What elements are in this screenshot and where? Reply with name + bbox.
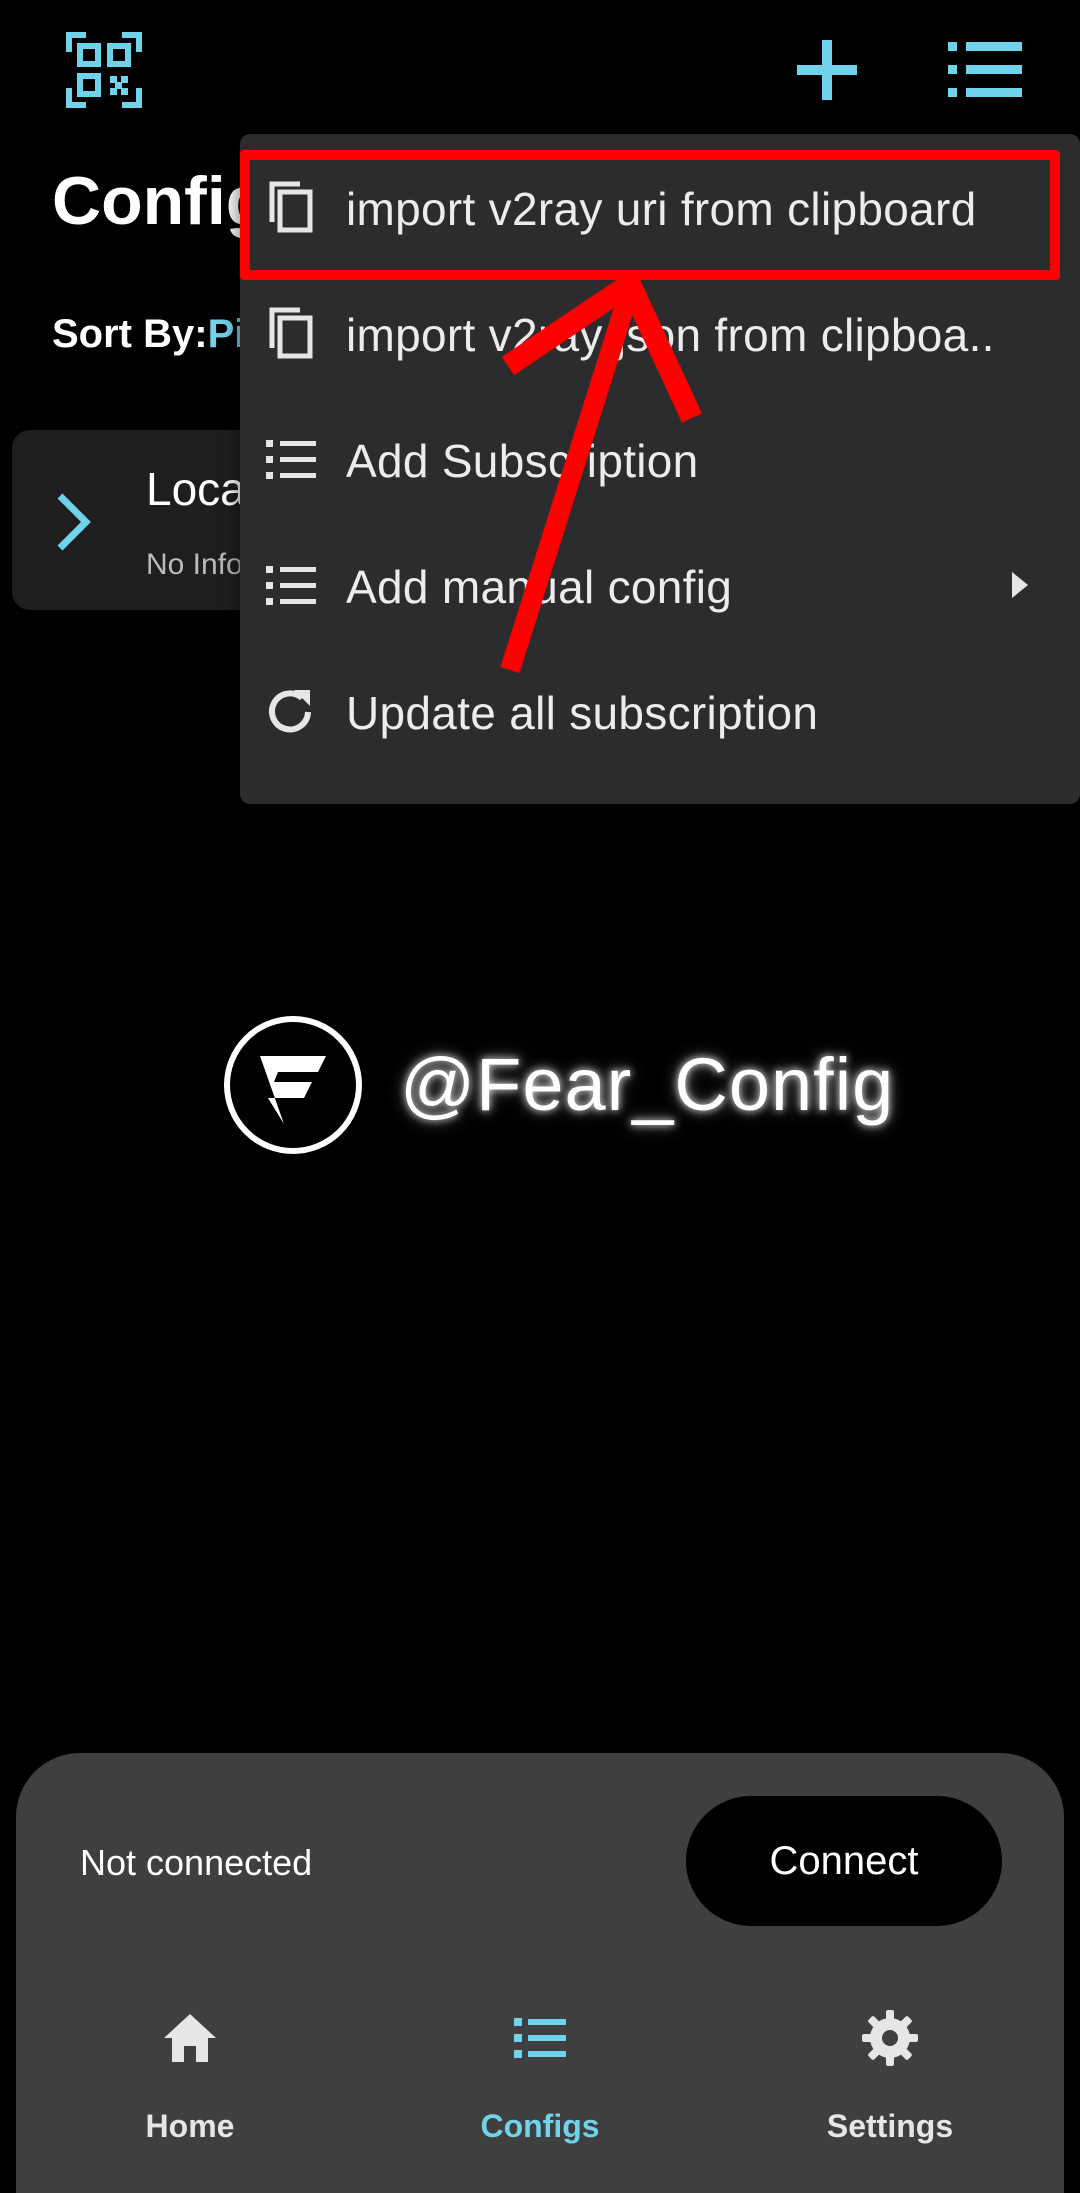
- list-icon: [514, 2018, 566, 2058]
- nav-settings-label: Settings: [826, 2108, 954, 2144]
- fear-logo-icon: [224, 1016, 362, 1154]
- nav-home-label: Home: [145, 2108, 235, 2144]
- config-group-subtitle: No Info: [146, 548, 243, 581]
- menu-item-label: Update all subscription: [346, 687, 819, 739]
- page-title: Config: [52, 163, 268, 239]
- submenu-arrow-icon: [1012, 572, 1028, 598]
- list-icon: [266, 566, 316, 605]
- list-icon: [266, 440, 316, 479]
- watermark-logo: [222, 1014, 364, 1156]
- highlight-box-annotation: [240, 150, 1060, 280]
- nav-configs-label: Configs: [480, 2108, 600, 2144]
- refresh-icon: [269, 690, 311, 733]
- config-group-title: Loca: [146, 463, 246, 515]
- gear-icon: [862, 2010, 918, 2066]
- nav-configs[interactable]: Configs: [410, 1990, 670, 2170]
- nav-home[interactable]: Home: [60, 1990, 320, 2170]
- red-arrow-annotation: [500, 270, 702, 674]
- list-icon: [948, 42, 1022, 97]
- qr-scan-button[interactable]: [66, 32, 142, 108]
- connection-status: Not connected: [80, 1842, 313, 1883]
- list-menu-button[interactable]: [948, 38, 1022, 102]
- watermark-text: @Fear_Config: [400, 1043, 895, 1126]
- home-icon: [164, 2014, 216, 2062]
- add-config-button[interactable]: [795, 38, 859, 102]
- chevron-right-icon: [57, 493, 91, 551]
- plus-icon: [797, 40, 857, 100]
- expand-chevron[interactable]: [54, 490, 94, 554]
- copy-icon: [269, 307, 313, 359]
- connect-button[interactable]: Connect: [686, 1796, 1002, 1926]
- qr-scan-icon: [66, 32, 142, 108]
- nav-settings[interactable]: Settings: [760, 1990, 1020, 2170]
- sort-control[interactable]: Sort By:Pi: [52, 312, 245, 357]
- sort-label: Sort By:: [52, 312, 208, 356]
